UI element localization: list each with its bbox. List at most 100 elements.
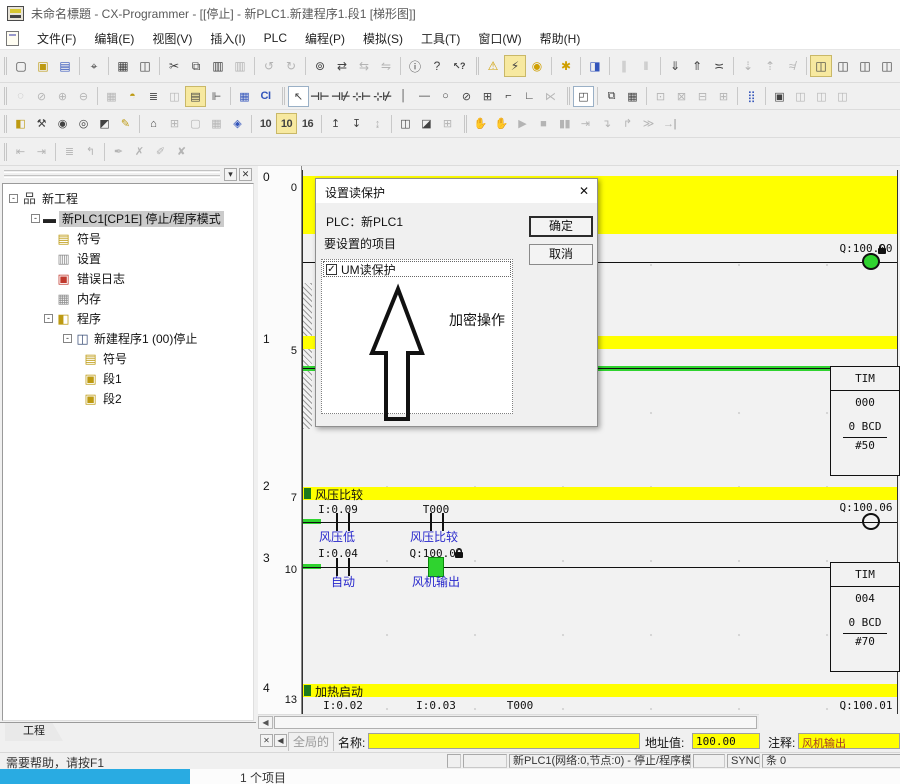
menu-edit[interactable]: 编辑(E) — [85, 27, 143, 50]
print-button[interactable]: ▦ — [112, 55, 134, 77]
tab-project[interactable]: 工程 — [5, 723, 63, 741]
toolbar-grip[interactable] — [476, 57, 477, 75]
profile-window-button[interactable]: ⊞ — [437, 113, 458, 134]
tab-global[interactable]: 全局的 — [288, 732, 334, 751]
new-file-button[interactable]: ▢ — [10, 55, 32, 77]
address-reference-list-button[interactable]: ≣ — [143, 86, 164, 107]
transfer-from-plc-button[interactable]: ⇑ — [686, 55, 708, 77]
cancel-button[interactable]: 取消 — [529, 244, 593, 265]
grid-button[interactable]: ▦ — [101, 86, 122, 107]
rung4-comment-bar[interactable] — [303, 684, 897, 697]
new-or-closed-contact-button[interactable]: ⊹⊬ — [372, 86, 393, 107]
split-window-button[interactable]: ◫ — [164, 86, 185, 107]
sim-stop-button[interactable]: ■ — [533, 113, 554, 134]
panel-dropdown-icon[interactable]: ▾ — [224, 168, 237, 181]
new-closed-contact-button[interactable]: ⊣⊬ — [330, 86, 351, 107]
tree-item-program1[interactable]: -◫新建程序1 (00)停止 — [3, 329, 253, 349]
transfer-window-button[interactable]: ◩ — [94, 113, 115, 134]
value-display-button[interactable]: ◈ — [227, 113, 248, 134]
edit-below-button[interactable]: ⊠ — [671, 86, 692, 107]
checkbox-checked-icon[interactable]: ✓ — [326, 264, 337, 275]
indent-right-button[interactable]: ⇥ — [31, 141, 52, 162]
cross-reference-button[interactable]: ▢ — [185, 113, 206, 134]
toolbar-grip[interactable] — [464, 115, 465, 133]
monitor-view-3-button[interactable]: ◫ — [854, 55, 876, 77]
expander-icon[interactable]: - — [44, 314, 53, 323]
panel-close-icon[interactable]: ✕ — [239, 168, 252, 181]
menu-file[interactable]: 文件(F) — [28, 27, 85, 50]
tree-item-symbols[interactable]: ▤符号 — [3, 229, 253, 249]
new-closed-coil-button[interactable]: ⊘ — [456, 86, 477, 107]
toolbar-grip[interactable] — [567, 87, 568, 105]
force-on-button[interactable]: ↥ — [325, 113, 346, 134]
output-coil[interactable] — [862, 513, 880, 530]
panel-grab-handle[interactable] — [4, 175, 220, 178]
tree-item-settings[interactable]: ▥设置 — [3, 249, 253, 269]
symbol-bar-button[interactable]: ◓ — [122, 86, 143, 107]
display-decimal-button[interactable]: 10 — [255, 113, 276, 134]
sim-step-in-button[interactable]: ↴ — [596, 113, 617, 134]
monitor-button[interactable]: ◉ — [526, 55, 548, 77]
window-view-3-button[interactable]: ◫ — [811, 86, 832, 107]
name-input[interactable] — [368, 733, 640, 749]
monitor-view-button[interactable]: ◫ — [810, 55, 832, 77]
symbol-bar-prev-icon[interactable]: ◀ — [274, 734, 287, 747]
tree-item-programs[interactable]: -◧程序 — [3, 309, 253, 329]
vertical-line-button[interactable]: │ — [393, 86, 414, 107]
save-project-button[interactable]: ▤ — [54, 55, 76, 77]
zoom-select-button[interactable]: ◌ — [10, 86, 31, 107]
pause-with-trigger-button[interactable]: ‖ — [635, 55, 657, 77]
sim-pause-button[interactable]: ▮▮ — [554, 113, 575, 134]
sim-run-to-end-button[interactable]: →| — [659, 113, 680, 134]
address-reference-button[interactable]: ▦ — [206, 113, 227, 134]
output-coil-on[interactable] — [862, 253, 880, 270]
close-icon[interactable]: ✕ — [576, 183, 592, 199]
partial-compare-button[interactable]: ⇡ — [759, 55, 781, 77]
transfer-options-button[interactable]: ◨ — [584, 55, 606, 77]
comment-view-button[interactable]: CI — [255, 86, 276, 107]
comment-input[interactable]: 风机输出 — [798, 733, 900, 749]
toolbar-grip[interactable] — [4, 143, 5, 161]
properties-button[interactable]: ✎ — [115, 113, 136, 134]
zoom-in-button[interactable]: ⊕ — [52, 86, 73, 107]
menu-view[interactable]: 视图(V) — [143, 27, 201, 50]
horizontal-line-button[interactable]: — — [414, 86, 435, 107]
force-cancel-button[interactable]: ↨ — [367, 113, 388, 134]
ok-button[interactable]: 确定 — [529, 216, 593, 237]
pause-monitoring-button[interactable]: ∥ — [613, 55, 635, 77]
paste-button[interactable]: ▥ — [207, 55, 229, 77]
find-button[interactable]: ⊚ — [309, 55, 331, 77]
new-window-button[interactable]: ◧ — [10, 113, 31, 134]
io-comment-button[interactable]: ⣿ — [741, 86, 762, 107]
window-view-button[interactable]: ▣ — [769, 86, 790, 107]
online-edit-button[interactable]: ≉ — [781, 55, 803, 77]
new-instruction-button[interactable]: ⊞ — [477, 86, 498, 107]
tree-item-section2[interactable]: ▣段2 — [3, 389, 253, 409]
select-tool-button[interactable]: ↖ — [288, 86, 309, 107]
edit-above-button[interactable]: ⊡ — [650, 86, 671, 107]
simulator-online-2-button[interactable]: ✋ — [491, 113, 512, 134]
toolbar-grip[interactable] — [4, 87, 5, 105]
data-trace-window-button[interactable]: ◫ — [395, 113, 416, 134]
zoom-reset-button[interactable]: ⊘ — [31, 86, 52, 107]
window-view-4-button[interactable]: ◫ — [832, 86, 853, 107]
undo-button[interactable]: ↺ — [258, 55, 280, 77]
paste-special-button[interactable]: ▥ — [229, 55, 251, 77]
insert-column-button[interactable]: ✐ — [150, 141, 171, 162]
display-signed-decimal-button[interactable]: 10 — [276, 113, 297, 134]
tree-item-plc[interactable]: -▬新PLC1[CP1E] 停止/程序模式 — [3, 209, 253, 229]
new-coil-button[interactable]: ○ — [435, 86, 456, 107]
rung2-comment-bar[interactable] — [303, 487, 897, 500]
menu-insert[interactable]: 插入(I) — [201, 27, 254, 50]
simulator-online-button[interactable]: ✋ — [470, 113, 491, 134]
zoom-out-button[interactable]: ⊖ — [73, 86, 94, 107]
address-input[interactable]: 100.00 — [692, 733, 760, 749]
monitor-view-4-button[interactable]: ◫ — [876, 55, 898, 77]
window-view-2-button[interactable]: ◫ — [790, 86, 811, 107]
section-display-button[interactable]: ◰ — [573, 86, 594, 107]
list-item[interactable]: ✓ UM读保护 — [323, 261, 511, 277]
compare-with-plc-button[interactable]: ≍ — [708, 55, 730, 77]
partial-transfer-button[interactable]: ⇣ — [737, 55, 759, 77]
replace-button[interactable]: ⇄ — [331, 55, 353, 77]
expander-icon[interactable]: - — [9, 194, 18, 203]
